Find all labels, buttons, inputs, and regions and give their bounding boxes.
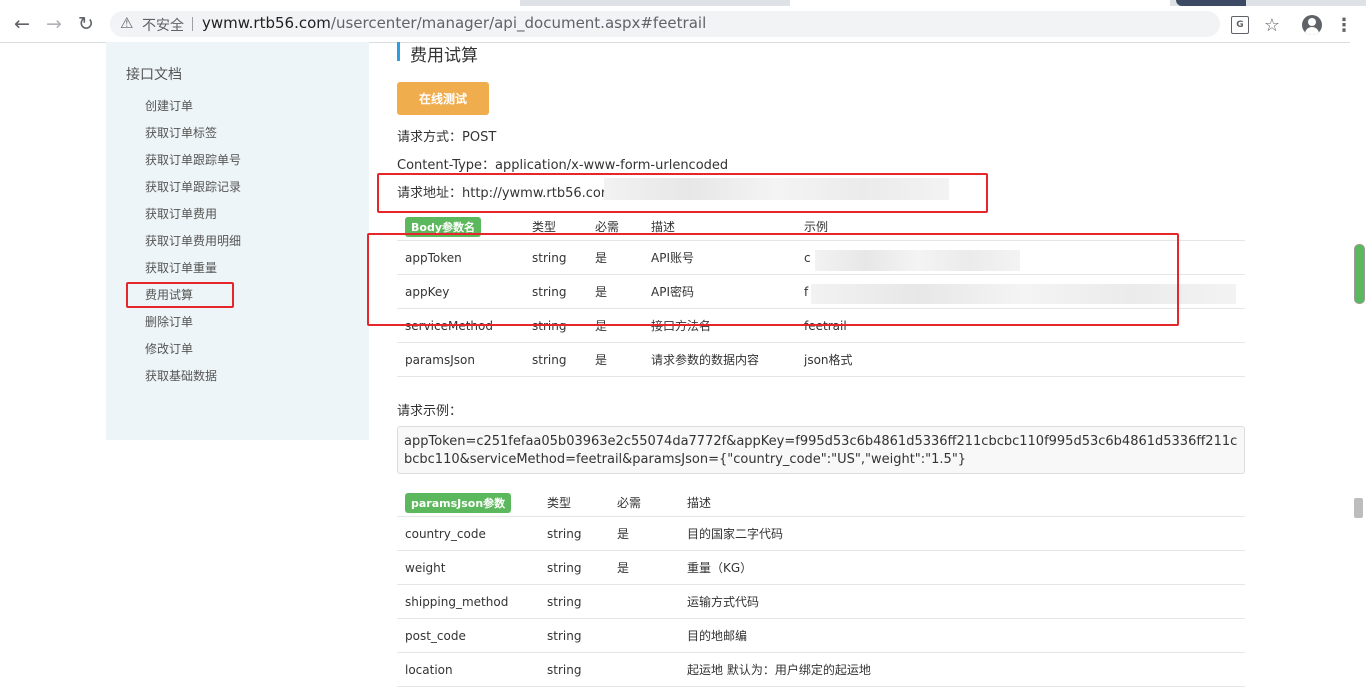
example-label: 请求示例： — [397, 404, 463, 419]
address-separator — [192, 17, 193, 31]
section-accent-bar — [397, 42, 400, 61]
warning-icon[interactable]: ⚠ — [120, 14, 133, 32]
table-header-row: paramsJson参数 类型 必需 描述 — [397, 489, 1245, 517]
account-icon[interactable] — [1301, 14, 1323, 36]
example-code[interactable]: appToken=c251fefaa05b03963e2c55074da7772… — [397, 426, 1245, 474]
table-row: shipping_method string 运输方式代码 — [397, 584, 1245, 619]
request-method: 请求方式：POST — [397, 130, 497, 145]
table-row: paramsJson string 是 请求参数的数据内容 json格式 — [397, 342, 1245, 377]
sidebar-item-order-label[interactable]: 获取订单标签 — [145, 123, 217, 143]
param-required: 是 — [609, 516, 679, 551]
sidebar-item-delete-order[interactable]: 删除订单 — [145, 312, 193, 332]
reload-icon[interactable]: ↻ — [74, 12, 98, 36]
sidebar-item-create-order[interactable]: 创建订单 — [145, 96, 193, 116]
url-text[interactable]: ywmw.rtb56.com/usercenter/manager/api_do… — [202, 14, 706, 32]
translate-icon[interactable]: G — [1229, 14, 1251, 36]
forward-arrow-icon[interactable]: → — [42, 12, 66, 36]
param-desc: 目的国家二字代码 — [679, 516, 1245, 551]
sidebar-item-order-weight[interactable]: 获取订单重量 — [145, 258, 217, 278]
highlight-box — [126, 282, 234, 308]
sidebar-item-tracking-records[interactable]: 获取订单跟踪记录 — [145, 177, 241, 197]
star-icon[interactable]: ☆ — [1261, 14, 1283, 36]
param-desc: 起运地 默认为：用户绑定的起运地 — [679, 652, 1245, 687]
param-required — [609, 652, 679, 687]
param-type: string — [539, 550, 609, 585]
column-header: paramsJson参数 — [397, 489, 539, 517]
param-required: 是 — [587, 342, 643, 377]
url-host: ywmw.rtb56.com — [202, 14, 331, 32]
table-row: country_code string 是 目的国家二字代码 — [397, 516, 1245, 551]
param-desc: 重量（KG） — [679, 550, 1245, 585]
column-header: 类型 — [539, 489, 609, 517]
param-desc: 目的地邮编 — [679, 618, 1245, 653]
param-desc: 请求参数的数据内容 — [643, 342, 796, 377]
url-path: /usercenter/manager/api_document.aspx#fe… — [330, 14, 707, 32]
param-name: post_code — [397, 618, 539, 653]
param-type: string — [539, 652, 609, 687]
param-name: country_code — [397, 516, 539, 551]
table-row: location string 起运地 默认为：用户绑定的起运地 — [397, 652, 1245, 687]
table-row: weight string 是 重量（KG） — [397, 550, 1245, 585]
scrollbar-thumb[interactable] — [1354, 498, 1363, 518]
address-bar[interactable]: ⚠ 不安全 ywmw.rtb56.com/usercenter/manager/… — [110, 11, 1220, 37]
column-header: 必需 — [609, 489, 679, 517]
param-required — [609, 584, 679, 619]
param-name: location — [397, 652, 539, 687]
sidebar-item-modify-order[interactable]: 修改订单 — [145, 339, 193, 359]
insecure-label[interactable]: 不安全 — [142, 15, 184, 35]
browser-toolbar: ← → ↻ ⚠ 不安全 ywmw.rtb56.com/usercenter/ma… — [0, 6, 1366, 43]
column-header: 描述 — [679, 489, 1245, 517]
param-required — [609, 618, 679, 653]
sidebar-item-basic-data[interactable]: 获取基础数据 — [145, 366, 217, 386]
param-desc: 运输方式代码 — [679, 584, 1245, 619]
menu-dots-icon[interactable]: ⋮ — [1333, 14, 1355, 36]
param-name: weight — [397, 550, 539, 585]
back-arrow-icon[interactable]: ← — [10, 12, 34, 36]
sidebar-item-fee-detail[interactable]: 获取订单费用明细 — [145, 231, 241, 251]
sidebar-title: 接口文档 — [126, 67, 182, 83]
param-name: paramsJson — [397, 342, 524, 377]
section-title: 费用试算 — [410, 46, 478, 66]
param-type: string — [524, 342, 587, 377]
online-test-button[interactable]: 在线测试 — [397, 82, 489, 115]
paramsjson-badge: paramsJson参数 — [405, 492, 512, 513]
param-example: json格式 — [796, 342, 1245, 377]
param-name: shipping_method — [397, 584, 539, 619]
page-scrollbar[interactable] — [1350, 42, 1366, 696]
paramsjson-table: paramsJson参数 类型 必需 描述 country_code strin… — [397, 489, 1245, 687]
param-required: 是 — [609, 550, 679, 585]
highlight-box-credentials — [367, 233, 1179, 326]
content-type: Content-Type：application/x-www-form-urle… — [397, 158, 729, 173]
param-type: string — [539, 618, 609, 653]
table-row: post_code string 目的地邮编 — [397, 618, 1245, 653]
sidebar: 接口文档 创建订单 获取订单标签 获取订单跟踪单号 获取订单跟踪记录 获取订单费… — [106, 42, 369, 440]
sidebar-item-order-fee[interactable]: 获取订单费用 — [145, 204, 217, 224]
scrollbar-thumb-inner[interactable] — [1354, 244, 1365, 304]
sidebar-item-tracking-number[interactable]: 获取订单跟踪单号 — [145, 150, 241, 170]
param-type: string — [539, 516, 609, 551]
param-type: string — [539, 584, 609, 619]
highlight-box-url — [377, 173, 988, 213]
